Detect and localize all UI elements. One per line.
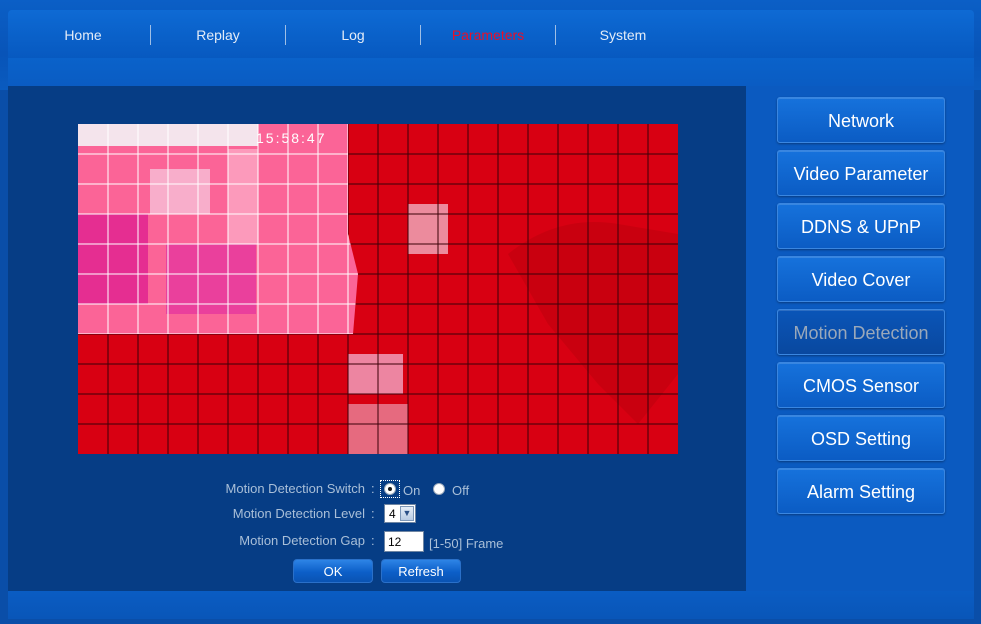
nav-replay[interactable]: Replay	[151, 27, 285, 43]
box-floor	[348, 354, 403, 394]
box-top	[150, 169, 210, 214]
ok-button[interactable]: OK	[293, 559, 373, 583]
level-value: 4	[389, 507, 396, 521]
switch-separator: :	[371, 481, 375, 496]
switch-label: Motion Detection Switch	[225, 481, 365, 496]
sidebar-item-cmos-sensor[interactable]: CMOS Sensor	[777, 362, 945, 408]
gap-separator: :	[371, 533, 375, 548]
switch-on-radio[interactable]	[384, 483, 396, 495]
sidebar-item-video-cover[interactable]: Video Cover	[777, 256, 945, 302]
nav-home[interactable]: Home	[16, 27, 150, 43]
box-right	[408, 204, 448, 254]
chevron-down-icon[interactable]: ▼	[400, 506, 414, 521]
footer-strip	[8, 591, 974, 619]
nav-parameters[interactable]: Parameters	[421, 27, 555, 43]
level-separator: :	[371, 506, 375, 521]
switch-off-label: Off	[452, 483, 470, 498]
gap-label: Motion Detection Gap	[239, 533, 365, 548]
nav-system[interactable]: System	[556, 27, 690, 43]
sidebar-item-alarm-setting[interactable]: Alarm Setting	[777, 468, 945, 514]
sub-header-strip	[8, 58, 974, 86]
gap-input[interactable]: 12	[384, 531, 424, 552]
switch-on-label: On	[403, 483, 421, 498]
refresh-button[interactable]: Refresh	[381, 559, 461, 583]
nav-log[interactable]: Log	[286, 27, 420, 43]
motion-grid-canvas[interactable]	[78, 124, 678, 454]
main-nav: Home Replay Log Parameters System	[16, 24, 690, 46]
level-label: Motion Detection Level	[232, 506, 365, 521]
gap-hint: [1-50] Frame	[429, 536, 504, 551]
switch-off-radio[interactable]	[433, 483, 445, 495]
sidebar-item-osd-setting[interactable]: OSD Setting	[777, 415, 945, 461]
sidebar-item-motion-detection[interactable]: Motion Detection	[777, 309, 945, 355]
level-select[interactable]: 4 ▼	[384, 504, 416, 523]
sidebar-item-video-parameter[interactable]: Video Parameter	[777, 150, 945, 196]
video-timestamp: 15:58:47	[256, 130, 327, 146]
motion-detection-video[interactable]: 15:58:47	[78, 124, 678, 454]
sidebar-item-network[interactable]: Network	[777, 97, 945, 143]
shelf	[228, 149, 258, 244]
sidebar-item-ddns-upnp[interactable]: DDNS & UPnP	[777, 203, 945, 249]
